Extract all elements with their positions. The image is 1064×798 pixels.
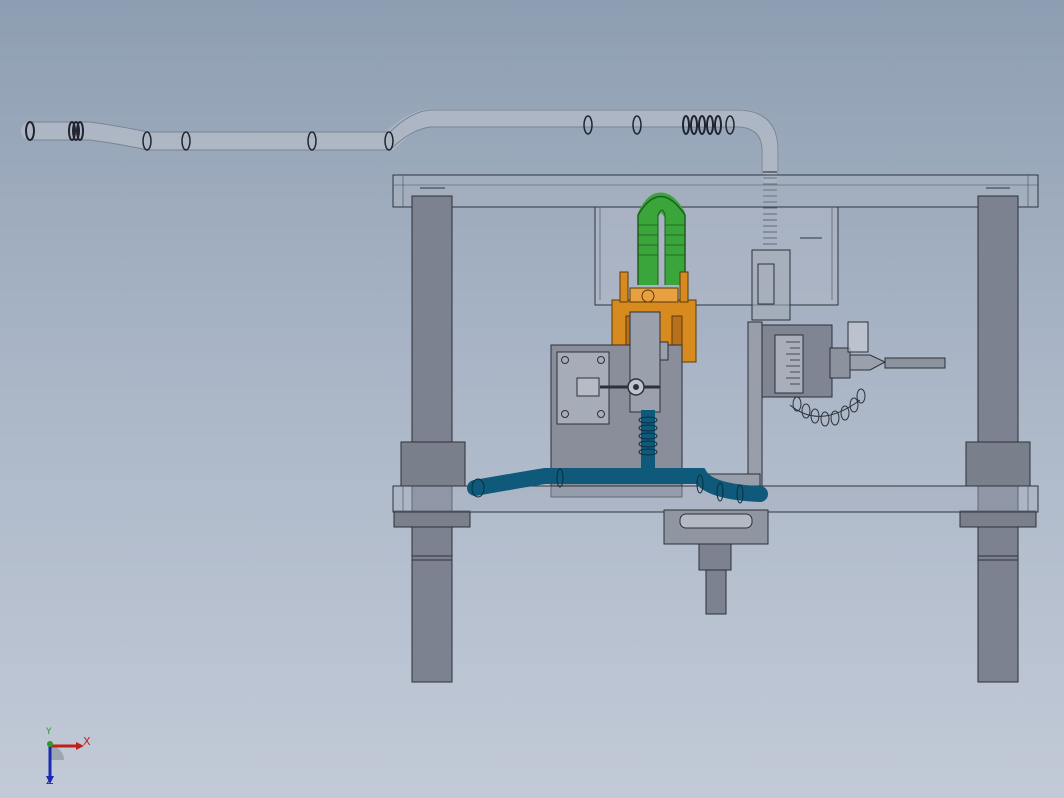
model-viewport[interactable] bbox=[0, 0, 1064, 798]
bottom-cylinder[interactable] bbox=[663, 509, 769, 615]
rotary-adjuster[interactable] bbox=[751, 249, 946, 427]
top-plate[interactable] bbox=[392, 174, 1039, 208]
z-axis-label: Z bbox=[46, 774, 54, 787]
right-guide-column[interactable] bbox=[959, 195, 1037, 683]
coordinate-triad-icon: X Y Z bbox=[36, 727, 106, 790]
y-axis-label: Y bbox=[46, 727, 52, 737]
x-axis-label: X bbox=[83, 735, 91, 748]
left-guide-column[interactable] bbox=[393, 195, 471, 683]
y-axis-marker bbox=[47, 741, 53, 747]
side-bracket[interactable] bbox=[699, 321, 763, 495]
